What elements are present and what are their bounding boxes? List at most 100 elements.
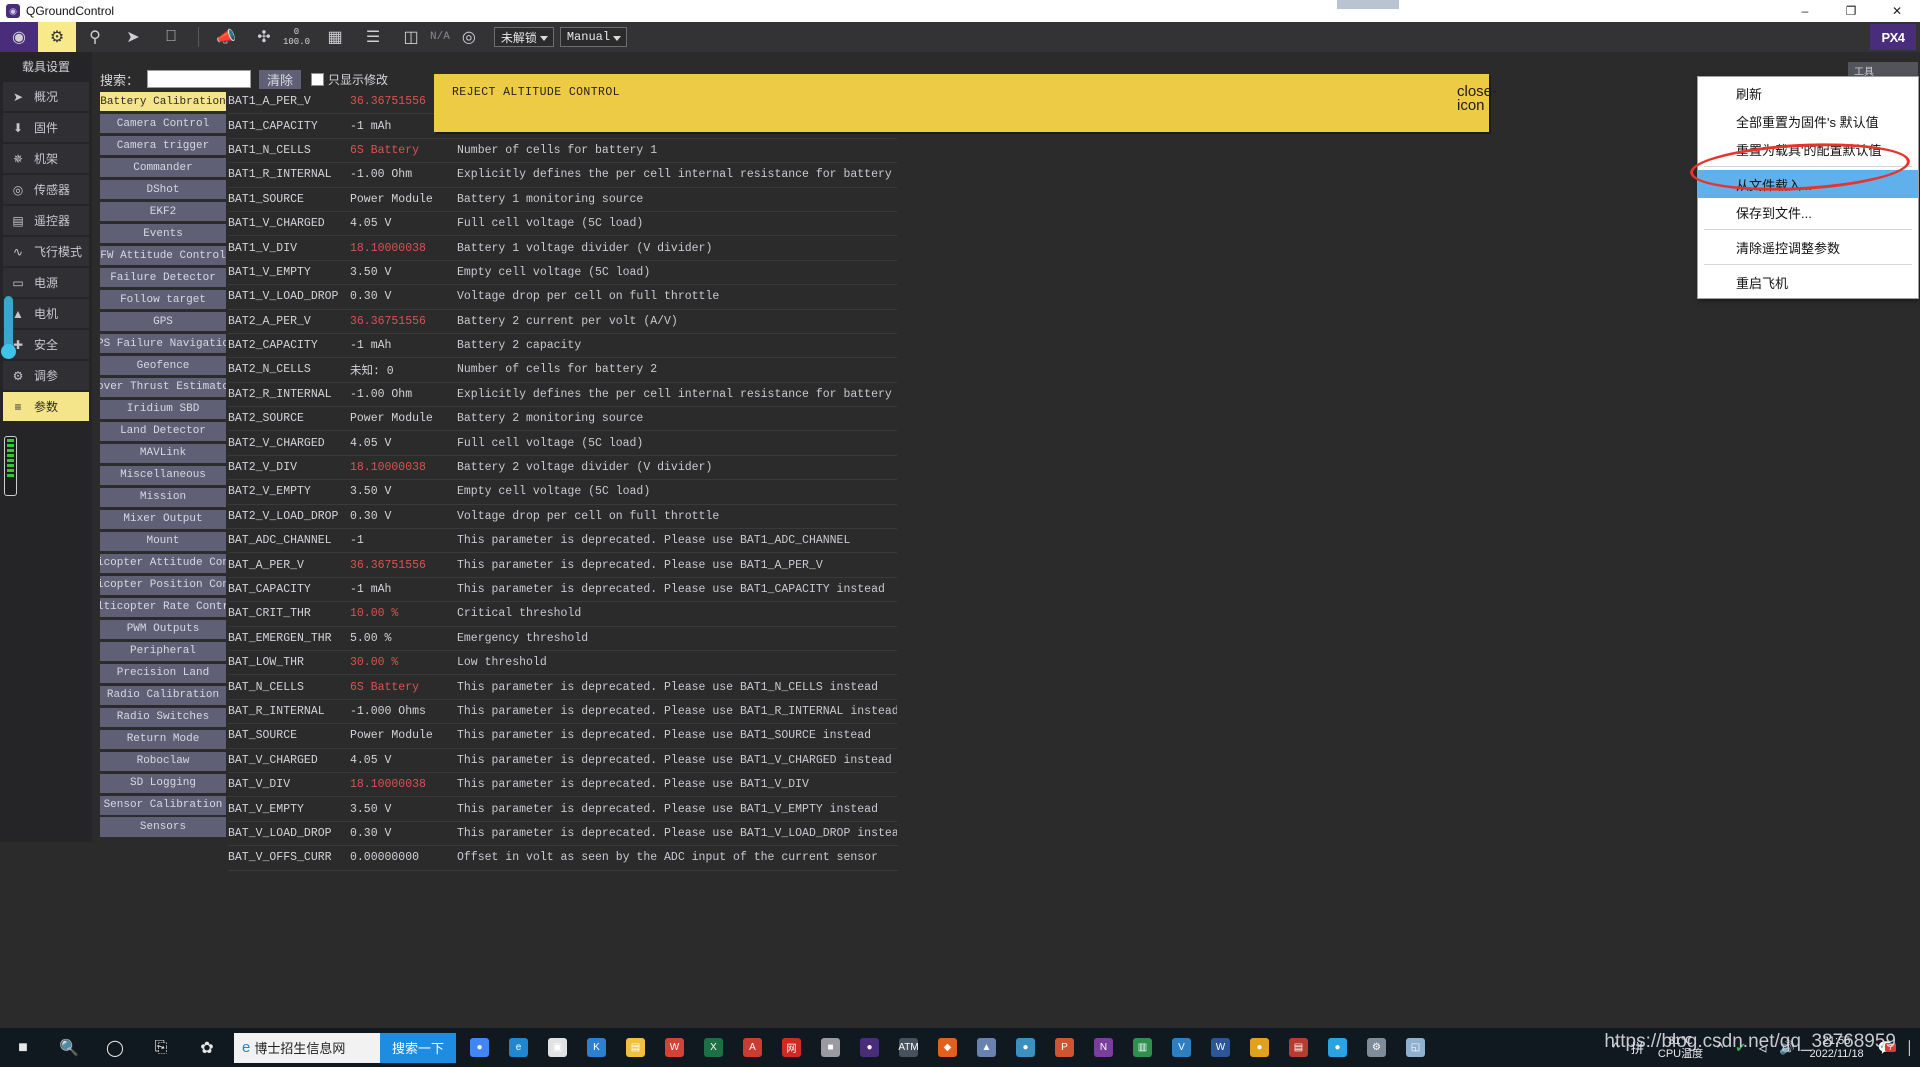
- table-row[interactable]: BAT1_V_CHARGED 4.05 V Full cell voltage (5…: [228, 212, 898, 237]
- group-item-3[interactable]: Commander: [100, 157, 226, 178]
- group-item-27[interactable]: Radio Calibration: [100, 685, 226, 705]
- cortana-icon[interactable]: ◯: [92, 1028, 138, 1067]
- minimize-button[interactable]: –: [1782, 0, 1828, 22]
- table-row[interactable]: BAT2_V_DIV 18.10000038 Battery 2 voltage d…: [228, 456, 898, 481]
- group-item-19[interactable]: Mixer Output: [100, 509, 226, 530]
- rail-item-8[interactable]: ✚ 安全: [3, 330, 89, 359]
- table-row[interactable]: BAT_N_CELLS 6S Battery This parameter is d…: [228, 675, 898, 700]
- param-value[interactable]: -1 mAh: [350, 583, 457, 596]
- clock[interactable]: 21:55 2022/11/18: [1801, 1035, 1871, 1061]
- rail-item-4[interactable]: ▤ 遥控器: [3, 206, 89, 235]
- group-item-9[interactable]: Follow target: [100, 289, 226, 310]
- param-value[interactable]: Power Module: [350, 193, 457, 206]
- table-row[interactable]: BAT_V_EMPTY 3.50 V This parameter is depre…: [228, 797, 898, 822]
- param-value[interactable]: 0.30 V: [350, 510, 457, 523]
- browser2-icon[interactable]: ●: [1240, 1028, 1279, 1067]
- table-row[interactable]: BAT1_V_DIV 18.10000038 Battery 1 voltage d…: [228, 236, 898, 261]
- taskbar-search-query[interactable]: 博士招生信息网: [254, 1038, 380, 1057]
- qq-icon[interactable]: ●: [1318, 1028, 1357, 1067]
- store-icon[interactable]: ▣: [538, 1028, 577, 1067]
- param-value[interactable]: -1: [350, 534, 457, 547]
- taskbar-search-box[interactable]: e 博士招生信息网 搜索一下: [234, 1032, 456, 1063]
- task-view-icon[interactable]: ⎘: [138, 1028, 184, 1067]
- signal-bars-icon[interactable]: ☰: [354, 22, 392, 52]
- param-value[interactable]: 3.50 V: [350, 266, 457, 279]
- megaphone-icon[interactable]: 📣: [207, 22, 245, 52]
- explorer-icon[interactable]: ▤: [616, 1028, 655, 1067]
- search-icon[interactable]: 🔍: [46, 1028, 92, 1067]
- group-item-18[interactable]: Mission: [100, 487, 226, 508]
- checkbox-box[interactable]: [311, 72, 325, 86]
- show-modified-checkbox[interactable]: 只显示修改: [311, 71, 388, 88]
- show-desktop-button[interactable]: │: [1900, 1040, 1920, 1055]
- group-item-25[interactable]: Peripheral: [100, 641, 226, 661]
- group-item-24[interactable]: PWM Outputs: [100, 619, 226, 640]
- group-item-26[interactable]: Precision Land: [100, 663, 226, 683]
- arm-state-dropdown[interactable]: 未解锁: [493, 27, 554, 47]
- chevron-up-icon[interactable]: ^: [1607, 1040, 1625, 1055]
- param-value[interactable]: -1.00 Ohm: [350, 388, 457, 401]
- param-value[interactable]: 6S Battery: [350, 681, 457, 694]
- group-item-5[interactable]: EKF2: [100, 201, 226, 222]
- parameter-table-scrollbar[interactable]: [897, 90, 903, 842]
- context-menu-item-3[interactable]: 从文件载入...: [1698, 170, 1918, 198]
- clear-button[interactable]: 清除: [259, 69, 302, 89]
- editor-icon[interactable]: ▥: [1123, 1028, 1162, 1067]
- group-item-21[interactable]: Multicopter Attitude Control: [100, 553, 226, 574]
- param-value[interactable]: 4.05 V: [350, 754, 457, 767]
- table-row[interactable]: BAT2_V_LOAD_DROP 0.30 V Voltage drop per c…: [228, 505, 898, 530]
- param-value[interactable]: 6S Battery: [350, 144, 457, 157]
- group-item-12[interactable]: Geofence: [100, 355, 226, 376]
- parameter-tools-context-menu[interactable]: 刷新 全部重置为固件's 默认值 重置为载具'的配置默认值 从文件载入... 保存到文件…: [1697, 76, 1919, 299]
- group-item-33[interactable]: Sensors: [100, 817, 226, 837]
- context-menu-item-1[interactable]: 全部重置为固件's 默认值: [1698, 107, 1918, 135]
- folder-icon[interactable]: ■: [811, 1028, 850, 1067]
- table-row[interactable]: BAT1_V_EMPTY 3.50 V Empty cell voltage (5C…: [228, 261, 898, 286]
- crosshair-icon[interactable]: ◎: [450, 22, 488, 52]
- table-row[interactable]: BAT_V_CHARGED 4.05 V This parameter is dep…: [228, 749, 898, 773]
- table-row[interactable]: BAT2_SOURCE Power Module Battery 2 monitor…: [228, 407, 898, 432]
- param-value[interactable]: -1.000 Ohms: [350, 705, 457, 718]
- param-value[interactable]: 0.30 V: [350, 827, 457, 840]
- context-menu-item-4[interactable]: 保存到文件...: [1698, 198, 1918, 226]
- parameter-table[interactable]: BAT1_A_PER_V36.36751556Battery 1 current…: [228, 90, 898, 871]
- param-value[interactable]: Power Module: [350, 412, 457, 425]
- context-menu-item-6[interactable]: 重启飞机: [1698, 268, 1918, 296]
- group-item-4[interactable]: DShot: [100, 179, 226, 200]
- onenote-icon[interactable]: N: [1084, 1028, 1123, 1067]
- param-value[interactable]: 18.10000038: [350, 242, 457, 255]
- fly-view-icon[interactable]: ➤: [114, 22, 152, 52]
- satellite-icon[interactable]: ✣: [245, 22, 283, 52]
- table-row[interactable]: BAT2_V_EMPTY 3.50 V Empty cell voltage (5C…: [228, 480, 898, 505]
- search-input[interactable]: [147, 70, 252, 88]
- group-item-17[interactable]: Miscellaneous: [100, 465, 226, 486]
- table-row[interactable]: BAT_CAPACITY -1 mAh This parameter is depr…: [228, 578, 898, 603]
- chevron-up-icon-2[interactable]: ^: [1711, 1040, 1729, 1055]
- notification-icon[interactable]: 💬 7: [1872, 1040, 1900, 1056]
- param-value[interactable]: 4.05 V: [350, 437, 457, 450]
- param-value[interactable]: 30.00 %: [350, 656, 457, 669]
- table-row[interactable]: BAT_V_OFFS_CURR 0.00000000 Offset in volt …: [228, 846, 898, 871]
- table-row[interactable]: BAT2_CAPACITY -1 mAh Battery 2 capacity: [228, 334, 898, 359]
- rail-item-6[interactable]: ▭ 电源: [3, 268, 89, 297]
- tool-icon[interactable]: ▲: [967, 1028, 1006, 1067]
- table-row[interactable]: BAT1_R_INTERNAL -1.00 Ohm Explicitly defin…: [228, 163, 898, 188]
- group-item-2[interactable]: Camera trigger: [100, 135, 226, 156]
- group-item-11[interactable]: GPS Failure Navigation: [100, 333, 226, 354]
- group-item-30[interactable]: Roboclaw: [100, 751, 226, 771]
- context-menu-item-5[interactable]: 清除遥控调整参数: [1698, 233, 1918, 261]
- group-item-7[interactable]: FW Attitude Control: [100, 245, 226, 266]
- table-row[interactable]: BAT_A_PER_V 36.36751556 This parameter is …: [228, 553, 898, 578]
- settings-icon[interactable]: ⚙: [1357, 1028, 1396, 1067]
- close-icon[interactable]: close-icon: [1457, 84, 1497, 113]
- group-item-23[interactable]: Multicopter Rate Control: [100, 597, 226, 618]
- table-row[interactable]: BAT_ADC_CHANNEL -1 This parameter is depre…: [228, 529, 898, 554]
- group-item-29[interactable]: Return Mode: [100, 729, 226, 749]
- vehicle-setup-icon[interactable]: ⚙: [38, 22, 76, 52]
- table-row[interactable]: BAT_EMERGEN_THR 5.00 % Emergency threshold: [228, 627, 898, 651]
- excel-icon[interactable]: X: [694, 1028, 733, 1067]
- param-value[interactable]: 10.00 %: [350, 607, 457, 620]
- table-row[interactable]: BAT2_A_PER_V 36.36751556 Battery 2 current…: [228, 310, 898, 334]
- flight-mode-dropdown[interactable]: Manual: [559, 27, 628, 47]
- param-value[interactable]: 3.50 V: [350, 485, 457, 498]
